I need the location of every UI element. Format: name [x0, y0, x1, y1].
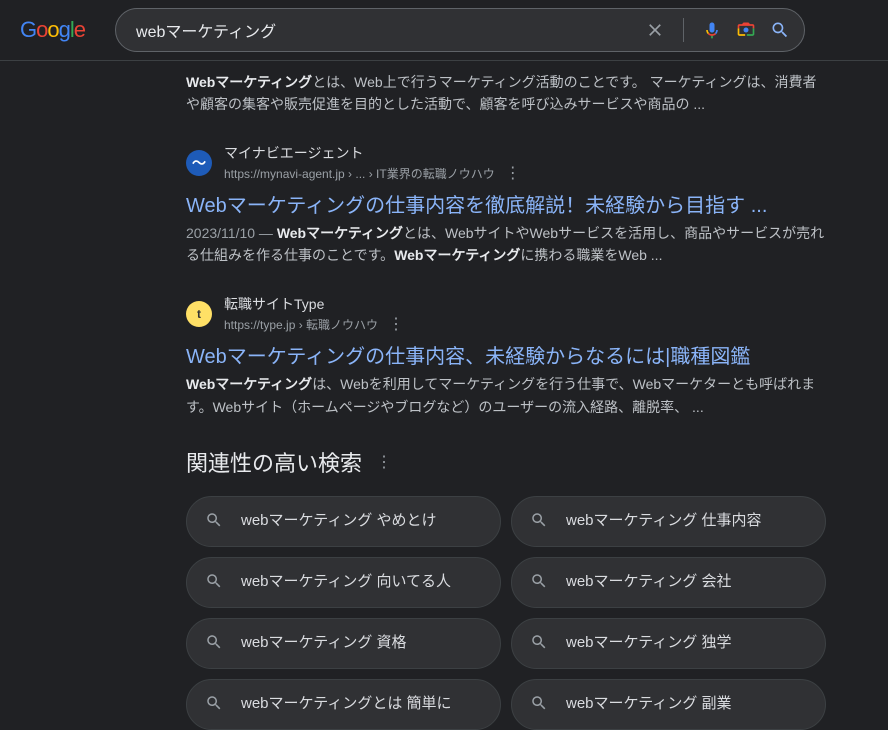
- related-text: webマーケティング 独学: [566, 633, 732, 653]
- related-search-pill[interactable]: webマーケティング 仕事内容: [511, 496, 826, 547]
- search-input[interactable]: [130, 21, 645, 39]
- related-text: webマーケティング 資格: [241, 633, 407, 653]
- result-header: 〜 マイナビエージェント https://mynavi-agent.jp › .…: [186, 143, 826, 183]
- related-text: webマーケティング やめとけ: [241, 511, 437, 531]
- related-text: webマーケティング 会社: [566, 572, 732, 592]
- search-icon: [530, 572, 548, 593]
- related-text: webマーケティングとは 簡単に: [241, 694, 452, 714]
- result-title[interactable]: Webマーケティングの仕事内容、未経験からなるには|職種図鑑: [186, 340, 826, 369]
- image-search-icon[interactable]: [736, 20, 756, 40]
- related-search-pill[interactable]: webマーケティング 副業: [511, 679, 826, 730]
- search-icon: [205, 633, 223, 654]
- search-icon[interactable]: [770, 20, 790, 40]
- search-icon: [530, 694, 548, 715]
- result-snippet: 2023/11/10 — Webマーケティングとは、WebサイトやWebサービス…: [186, 222, 826, 266]
- related-text: webマーケティング 向いてる人: [241, 572, 451, 592]
- search-result: t 転職サイトType https://type.jp › 転職ノウハウ ⋮ W…: [186, 294, 826, 417]
- related-search-pill[interactable]: webマーケティング 向いてる人: [186, 557, 501, 608]
- clear-icon[interactable]: [645, 20, 665, 40]
- related-text: webマーケティング 仕事内容: [566, 511, 762, 531]
- search-icon: [530, 511, 548, 532]
- voice-search-icon[interactable]: [702, 20, 722, 40]
- header: Google: [0, 0, 888, 61]
- related-search-pill[interactable]: webマーケティング やめとけ: [186, 496, 501, 547]
- favicon: t: [186, 301, 212, 327]
- search-icon: [205, 572, 223, 593]
- source-url: https://mynavi-agent.jp › ... › IT業界の転職ノ…: [224, 165, 495, 182]
- source-name: 転職サイトType: [224, 294, 404, 314]
- main-content: Webマーケティングとは、Web上で行うマーケティング活動のことです。 マーケテ…: [186, 61, 826, 730]
- source-url: https://type.jp › 転職ノウハウ: [224, 316, 378, 333]
- related-text: webマーケティング 副業: [566, 694, 732, 714]
- more-icon[interactable]: ⋮: [505, 163, 521, 183]
- search-icon: [530, 633, 548, 654]
- featured-snippet: Webマーケティングとは、Web上で行うマーケティング活動のことです。 マーケテ…: [186, 71, 826, 115]
- more-icon[interactable]: ⋮: [388, 314, 404, 334]
- related-search-pill[interactable]: webマーケティング 独学: [511, 618, 826, 669]
- search-bar: [115, 8, 805, 52]
- result-title[interactable]: Webマーケティングの仕事内容を徹底解説！未経験から目指す ...: [186, 189, 826, 218]
- related-search-pill[interactable]: webマーケティングとは 簡単に: [186, 679, 501, 730]
- source-name: マイナビエージェント: [224, 143, 521, 163]
- search-icon: [205, 511, 223, 532]
- more-icon[interactable]: ⋮: [376, 452, 392, 472]
- related-searches-header: 関連性の高い検索 ⋮: [186, 446, 826, 478]
- divider: [683, 18, 684, 42]
- favicon: 〜: [186, 150, 212, 176]
- result-header: t 転職サイトType https://type.jp › 転職ノウハウ ⋮: [186, 294, 826, 334]
- search-icon: [205, 694, 223, 715]
- related-title: 関連性の高い検索: [186, 446, 362, 478]
- related-search-pill[interactable]: webマーケティング 資格: [186, 618, 501, 669]
- search-result: 〜 マイナビエージェント https://mynavi-agent.jp › .…: [186, 143, 826, 266]
- related-searches-grid: webマーケティング やめとけ webマーケティング 仕事内容 webマーケティング…: [186, 496, 826, 730]
- google-logo[interactable]: Google: [20, 17, 85, 43]
- result-snippet: Webマーケティングは、Webを利用してマーケティングを行う仕事で、Webマーケ…: [186, 373, 826, 417]
- related-search-pill[interactable]: webマーケティング 会社: [511, 557, 826, 608]
